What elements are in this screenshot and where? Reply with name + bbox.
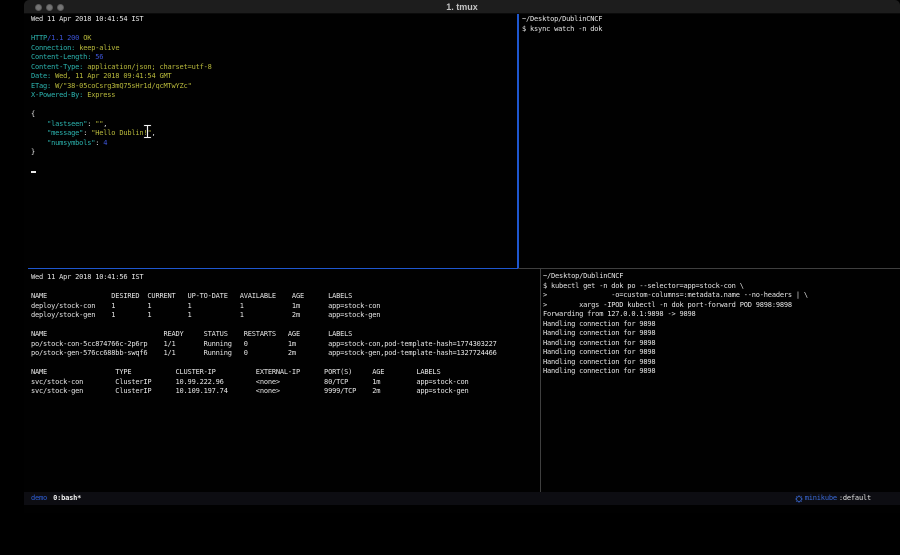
desktop: 1. tmux Wed 11 Apr 2018 10:41:54 IST HTT… bbox=[0, 0, 900, 555]
kube-namespace: :default bbox=[839, 494, 871, 504]
terminal-line: ETag: W/"38-05coCsrg3mQ75sHr1d/qcMTwYZc" bbox=[31, 82, 517, 92]
terminal-line: "message": "Hello Dublin!", bbox=[31, 129, 517, 139]
terminal-line: } bbox=[31, 148, 517, 158]
terminal-window[interactable]: 1. tmux Wed 11 Apr 2018 10:41:54 IST HTT… bbox=[24, 0, 900, 513]
pane-port-forward[interactable]: ~/Desktop/DublinCNCF$ kubectl get -n dok… bbox=[541, 269, 900, 492]
terminal-line: X-Powered-By: Express bbox=[31, 91, 517, 101]
terminal-line: Handling connection for 9898 bbox=[543, 358, 900, 368]
tmux-panes-area: Wed 11 Apr 2018 10:41:54 IST HTTP/1.1 20… bbox=[24, 14, 900, 492]
terminal-line: Date: Wed, 11 Apr 2018 09:41:54 GMT bbox=[31, 72, 517, 82]
tmux-status-bar: demo 0:bash* minikube:default bbox=[24, 492, 900, 505]
terminal-line: "lastseen": "", bbox=[31, 120, 517, 130]
terminal-line: deploy/stock-gen 1 1 1 1 2m app=stock-ge… bbox=[31, 311, 539, 321]
terminal-line: Handling connection for 9898 bbox=[543, 320, 900, 330]
terminal-line: Handling connection for 9898 bbox=[543, 348, 900, 358]
terminal-line: po/stock-gen-576cc688bb-swqf6 1/1 Runnin… bbox=[31, 349, 539, 359]
terminal-line: > xargs -IPOD kubectl -n dok port-forwar… bbox=[543, 301, 900, 311]
terminal-line: Content-Type: application/json; charset=… bbox=[31, 63, 517, 73]
tmux-session-name: demo bbox=[31, 494, 47, 504]
pane-kubectl-get[interactable]: Wed 11 Apr 2018 10:41:56 IST NAME DESIRE… bbox=[28, 269, 539, 492]
terminal-line bbox=[31, 101, 517, 111]
kube-context: minikube bbox=[805, 494, 837, 504]
window-title: 1. tmux bbox=[24, 0, 900, 14]
terminal-line: Connection: keep-alive bbox=[31, 44, 517, 54]
pane-border-vertical-active[interactable] bbox=[517, 14, 519, 268]
terminal-line: Wed 11 Apr 2018 10:41:54 IST bbox=[31, 15, 517, 25]
terminal-line: Handling connection for 9898 bbox=[543, 329, 900, 339]
terminal-line: HTTP/1.1 200 OK bbox=[31, 34, 517, 44]
terminal-line: Content-Length: 56 bbox=[31, 53, 517, 63]
terminal-line bbox=[31, 359, 539, 369]
terminal-line: Forwarding from 127.0.0.1:9898 -> 9898 bbox=[543, 310, 900, 320]
terminal-line: { bbox=[31, 110, 517, 120]
tmux-window-tab[interactable]: 0:bash* bbox=[53, 494, 81, 504]
terminal-line: svc/stock-con ClusterIP 10.99.222.96 <no… bbox=[31, 378, 539, 388]
pane-ksync[interactable]: ~/Desktop/DublinCNCF$ ksync watch -n dok bbox=[520, 14, 900, 267]
terminal-line: deploy/stock-con 1 1 1 1 1m app=stock-co… bbox=[31, 302, 539, 312]
terminal-line: NAME READY STATUS RESTARTS AGE LABELS bbox=[31, 330, 539, 340]
terminal-line: po/stock-con-5cc874766c-2p6rp 1/1 Runnin… bbox=[31, 340, 539, 350]
terminal-block-cursor bbox=[31, 171, 36, 174]
terminal-line: NAME DESIRED CURRENT UP-TO-DATE AVAILABL… bbox=[31, 292, 539, 302]
terminal-line bbox=[31, 25, 517, 35]
terminal-line bbox=[31, 283, 539, 293]
terminal-line bbox=[31, 321, 539, 331]
terminal-line: Handling connection for 9898 bbox=[543, 367, 900, 377]
terminal-line bbox=[31, 158, 517, 168]
terminal-line: Handling connection for 9898 bbox=[543, 339, 900, 349]
terminal-line: $ kubectl get -n dok po --selector=app=s… bbox=[543, 282, 900, 292]
terminal-line bbox=[31, 167, 517, 177]
terminal-line: > -o=custom-columns=:metadata.name --no-… bbox=[543, 291, 900, 301]
terminal-line: ~/Desktop/DublinCNCF bbox=[522, 15, 900, 25]
terminal-line: Wed 11 Apr 2018 10:41:56 IST bbox=[31, 273, 539, 283]
terminal-line: svc/stock-gen ClusterIP 10.109.197.74 <n… bbox=[31, 387, 539, 397]
terminal-line: $ ksync watch -n dok bbox=[522, 25, 900, 35]
mouse-cursor-ibeam bbox=[143, 124, 152, 139]
window-titlebar[interactable]: 1. tmux bbox=[24, 0, 900, 14]
pane-http-response[interactable]: Wed 11 Apr 2018 10:41:54 IST HTTP/1.1 20… bbox=[28, 14, 517, 267]
terminal-line: NAME TYPE CLUSTER-IP EXTERNAL-IP PORT(S)… bbox=[31, 368, 539, 378]
terminal-line: "numsymbols": 4 bbox=[31, 139, 517, 149]
kubernetes-helm-icon bbox=[795, 495, 803, 503]
terminal-line: ~/Desktop/DublinCNCF bbox=[543, 272, 900, 282]
